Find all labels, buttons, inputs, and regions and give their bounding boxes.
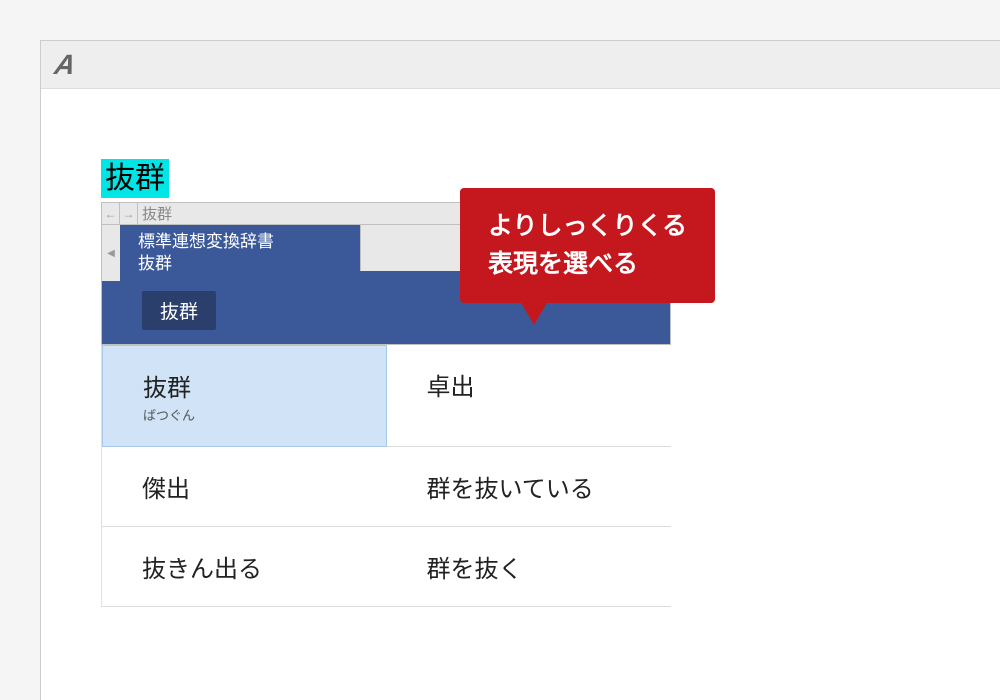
- ime-active-tab[interactable]: 抜群: [142, 291, 216, 330]
- nav-back-icon[interactable]: ←: [102, 203, 120, 224]
- candidate-item[interactable]: 傑出: [102, 447, 387, 527]
- titlebar: A: [41, 41, 1000, 89]
- callout-tail-icon: [520, 301, 548, 325]
- app-window: A 抜群 ← → 抜群 ◀ 標準連想変換辞書 抜群 抜群: [40, 40, 1000, 700]
- content-area: 抜群 ← → 抜群 ◀ 標準連想変換辞書 抜群 抜群: [41, 89, 1000, 198]
- candidate-word: 卓出: [427, 367, 652, 402]
- app-logo-icon: A: [52, 49, 78, 81]
- callout-line2: 表現を選べる: [488, 246, 687, 284]
- candidate-word: 傑出: [142, 469, 367, 504]
- candidate-item[interactable]: 群を抜く: [387, 527, 672, 607]
- nav-forward-icon[interactable]: →: [120, 203, 138, 224]
- input-selected-text[interactable]: 抜群: [101, 159, 169, 198]
- annotation-callout: よりしっくりくる 表現を選べる: [460, 188, 715, 303]
- candidate-reading: ばつぐん: [143, 405, 366, 424]
- candidate-item[interactable]: 抜群 ばつぐん: [102, 345, 387, 447]
- candidate-grid: 抜群 ばつぐん 卓出 傑出 群を抜いている 抜きん出る 群を抜く: [101, 345, 671, 607]
- candidate-word: 抜群: [143, 368, 366, 403]
- candidate-word: 群を抜いている: [427, 469, 652, 504]
- callout-line1: よりしっくりくる: [488, 208, 687, 246]
- candidate-item[interactable]: 卓出: [387, 345, 672, 447]
- collapse-icon[interactable]: ◀: [102, 225, 120, 281]
- candidate-word: 群を抜く: [427, 549, 652, 584]
- candidate-word: 抜きん出る: [142, 549, 367, 584]
- nav-breadcrumb: 抜群: [138, 203, 172, 224]
- candidate-item[interactable]: 抜きん出る: [102, 527, 387, 607]
- candidate-item[interactable]: 群を抜いている: [387, 447, 672, 527]
